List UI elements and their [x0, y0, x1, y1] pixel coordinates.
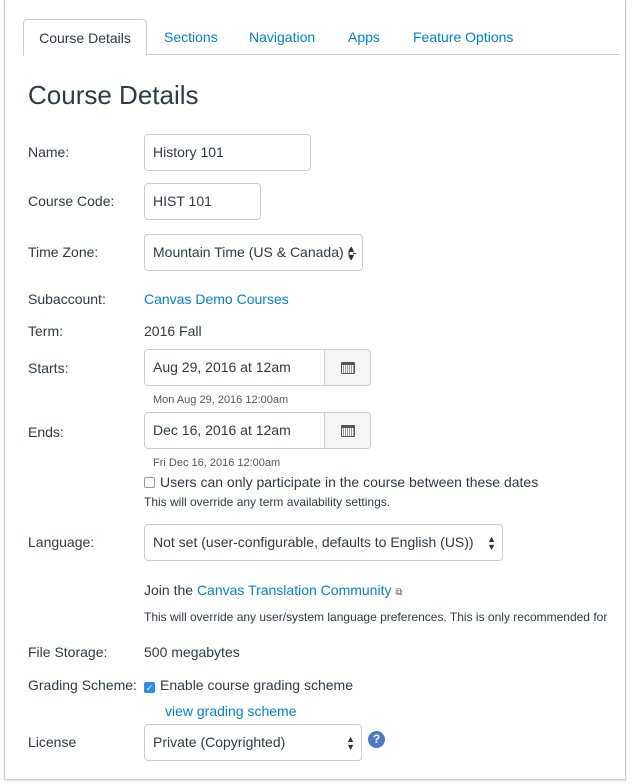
license-label: License	[28, 734, 77, 750]
license-select[interactable]: Private (Copyrighted) ▲ ▼	[144, 724, 362, 761]
language-note: This will override any user/system langu…	[144, 610, 608, 624]
tab-feature-options[interactable]: Feature Options	[413, 19, 513, 55]
starts-label: Starts:	[28, 360, 69, 376]
tab-apps[interactable]: Apps	[348, 19, 380, 55]
tab-divider	[147, 54, 620, 55]
course-code-input[interactable]: HIST 101	[144, 183, 261, 220]
translation-community-link[interactable]: Canvas Translation Community	[197, 582, 392, 598]
tab-sections[interactable]: Sections	[164, 19, 218, 55]
select-arrows-icon: ▲ ▼	[346, 734, 355, 752]
subaccount-link[interactable]: Canvas Demo Courses	[144, 291, 289, 307]
starts-input[interactable]: Aug 29, 2016 at 12am	[144, 349, 371, 386]
grading-scheme-row[interactable]: ✓ Enable course grading scheme	[144, 677, 353, 693]
license-value: Private (Copyrighted)	[153, 734, 286, 750]
restrict-dates-label: Users can only participate in the course…	[160, 474, 539, 490]
ends-input[interactable]: Dec 16, 2016 at 12am	[144, 412, 371, 449]
subaccount-label: Subaccount:	[28, 291, 106, 307]
starts-value: Aug 29, 2016 at 12am	[153, 359, 291, 375]
tab-course-details[interactable]: Course Details	[23, 19, 147, 56]
file-storage-label: File Storage:	[28, 644, 108, 660]
time-zone-value: Mountain Time (US & Canada) (-	[153, 244, 357, 260]
term-label: Term:	[28, 323, 63, 339]
grading-scheme-label: Grading Scheme:	[28, 677, 137, 693]
calendar-icon	[340, 424, 355, 437]
grading-scheme-checkbox-label: Enable course grading scheme	[160, 677, 354, 693]
name-label: Name:	[28, 144, 70, 160]
starts-hint: Mon Aug 29, 2016 12:00am	[153, 394, 289, 406]
page-frame	[4, 0, 626, 780]
external-link-icon: ⧉	[395, 587, 403, 598]
language-value: Not set (user-configurable, defaults to …	[153, 534, 474, 550]
ends-calendar-button[interactable]	[324, 413, 370, 448]
restrict-dates-row[interactable]: Users can only participate in the course…	[144, 474, 538, 490]
term-value: 2016 Fall	[144, 323, 202, 339]
file-storage-value: 500 megabytes	[144, 644, 240, 660]
language-label: Language:	[28, 534, 95, 550]
help-icon[interactable]: ?	[368, 731, 385, 748]
time-zone-select[interactable]: Mountain Time (US & Canada) (- ▲ ▼	[144, 234, 363, 271]
restrict-dates-checkbox[interactable]	[144, 477, 155, 488]
name-input[interactable]: History 101	[144, 134, 311, 171]
time-zone-label: Time Zone:	[28, 244, 99, 260]
view-grading-scheme-link[interactable]: view grading scheme	[165, 703, 297, 719]
select-arrows-icon: ▲ ▼	[347, 244, 356, 262]
select-arrows-icon: ▲ ▼	[487, 534, 496, 552]
join-prefix: Join the	[144, 582, 194, 598]
course-code-label: Course Code:	[28, 193, 115, 209]
tab-navigation[interactable]: Navigation	[249, 19, 315, 55]
grading-scheme-checkbox[interactable]: ✓	[144, 682, 155, 693]
calendar-icon	[340, 361, 355, 374]
language-select[interactable]: Not set (user-configurable, defaults to …	[144, 524, 503, 561]
ends-label: Ends:	[28, 424, 64, 440]
ends-value: Dec 16, 2016 at 12am	[153, 422, 291, 438]
restrict-dates-note: This will override any term availability…	[144, 495, 391, 509]
starts-calendar-button[interactable]	[324, 350, 370, 385]
page-title: Course Details	[28, 80, 199, 110]
translation-row: Join the Canvas Translation Community ⧉	[144, 582, 403, 598]
ends-hint: Fri Dec 16, 2016 12:00am	[153, 457, 281, 469]
